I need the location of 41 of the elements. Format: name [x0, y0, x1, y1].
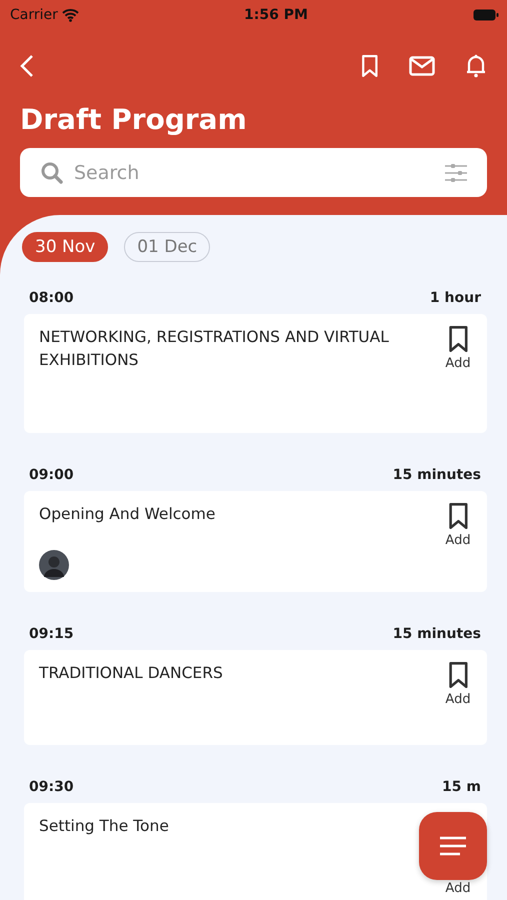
session-duration: 15 m	[442, 779, 481, 795]
status-time: 1:56 PM	[244, 7, 308, 23]
date-tab[interactable]: 01 Dec	[124, 232, 210, 262]
carrier-name: Carrier	[10, 7, 58, 23]
session-duration: 15 minutes	[392, 467, 481, 483]
page-title: Draft Program	[19, 102, 248, 138]
wifi-icon	[62, 8, 79, 22]
add-label[interactable]: Add	[445, 881, 471, 896]
session-title: Opening And Welcome	[39, 504, 216, 525]
search-field[interactable]: Search	[72, 152, 437, 192]
back-button[interactable]	[20, 54, 34, 78]
bookmark-icon	[448, 662, 468, 688]
add-label[interactable]: Add	[445, 356, 471, 371]
bookmark-icon	[361, 55, 379, 77]
add-label[interactable]: Add	[445, 533, 471, 548]
session-title: NETWORKING, REGISTRATIONS AND VIRTUAL EXHIBITIONS	[39, 327, 390, 371]
search-icon	[40, 160, 64, 184]
session-title: Setting The Tone	[39, 816, 169, 837]
add-label[interactable]: Add	[445, 692, 471, 707]
speaker-avatar[interactable]	[39, 550, 69, 580]
bookmark-icon	[448, 326, 468, 352]
session-time: 09:00	[29, 467, 74, 483]
session-time: 08:00	[29, 290, 74, 306]
session-duration: 15 minutes	[392, 626, 481, 642]
bookmarks-button[interactable]	[361, 55, 379, 77]
menu-icon	[439, 836, 467, 856]
session-time: 09:30	[29, 779, 74, 795]
session-card[interactable]: TRADITIONAL DANCERS Add	[24, 650, 487, 745]
session-card[interactable]: NETWORKING, REGISTRATIONS AND VIRTUAL EXHIBITIONS Add	[24, 314, 487, 433]
search-bar[interactable]: Search	[20, 148, 487, 197]
mail-button[interactable]	[409, 56, 435, 76]
session-duration: 1 hour	[430, 290, 481, 306]
notifications-button[interactable]	[465, 54, 487, 78]
date-tab[interactable]: 30 Nov	[22, 232, 108, 262]
session-card[interactable]: Setting The Tone Add	[24, 803, 487, 900]
session-time: 09:15	[29, 626, 74, 642]
session-card[interactable]: Opening And Welcome Add	[24, 491, 487, 592]
battery-icon	[473, 9, 499, 21]
session-title: TRADITIONAL DANCERS	[39, 663, 223, 684]
bookmark-icon	[448, 503, 468, 529]
menu-button[interactable]	[419, 812, 487, 880]
